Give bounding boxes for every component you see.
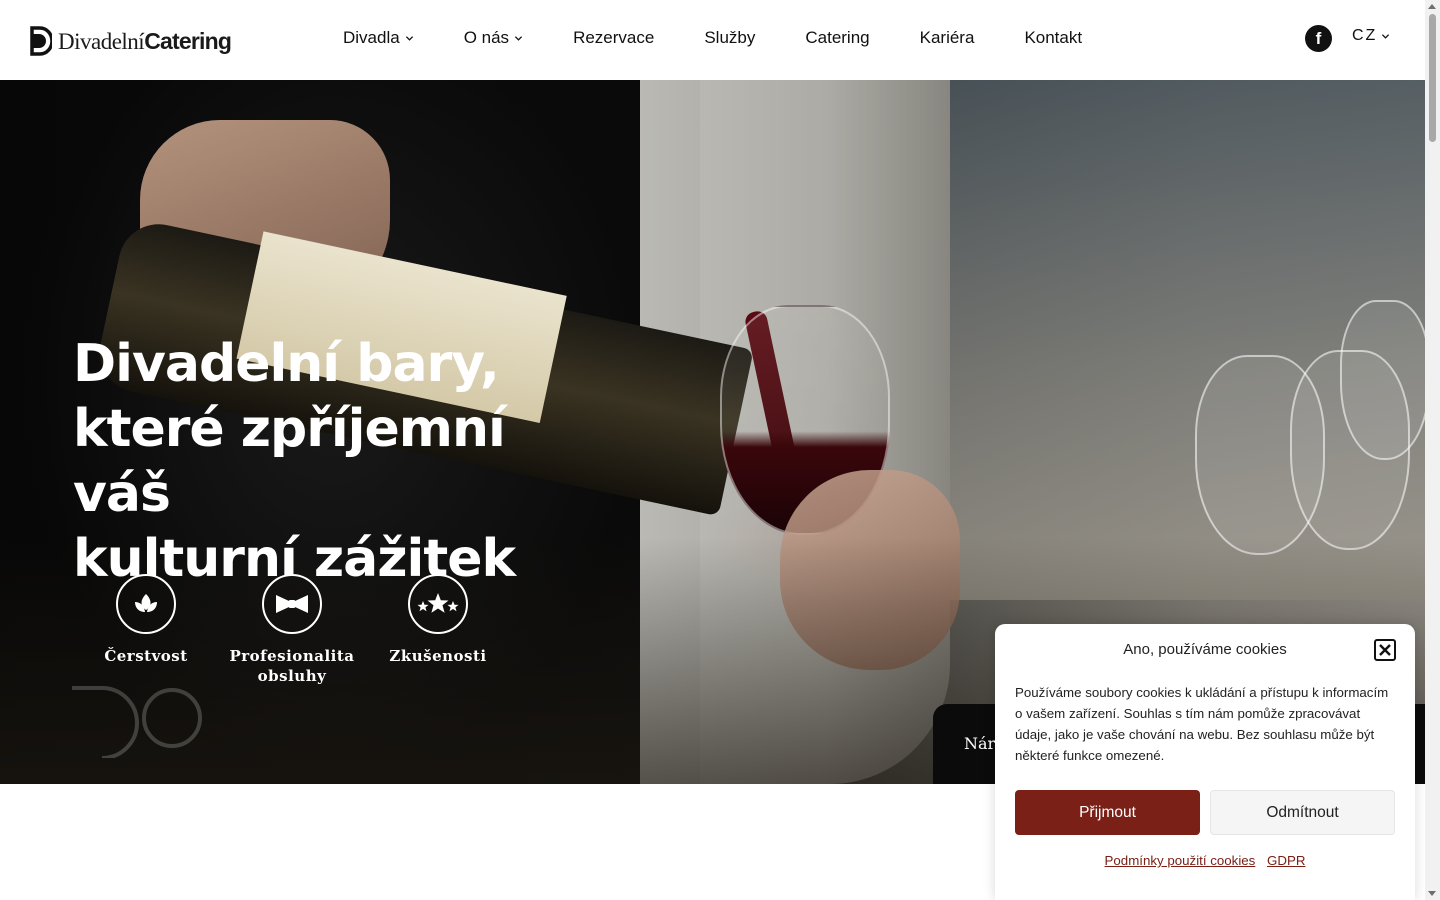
- cookie-description: Používáme soubory cookies k ukládání a p…: [1015, 685, 1389, 763]
- nav-label: Služby: [704, 28, 756, 47]
- nav-item-rezervace[interactable]: Rezervace: [573, 28, 654, 48]
- nav-label: Kariéra: [919, 28, 975, 47]
- page-scrollbar[interactable]: [1425, 0, 1440, 900]
- chevron-down-icon: [405, 35, 413, 41]
- feature-freshness: Čerstvost: [73, 574, 219, 686]
- nav-item-sluzby[interactable]: Služby: [704, 28, 755, 48]
- nav-label: Rezervace: [573, 28, 655, 47]
- nav-item-divadla[interactable]: Divadla: [343, 28, 414, 48]
- cookie-policy-link[interactable]: Podmínky použití cookies: [1105, 853, 1256, 868]
- hero-title-line: které zpříjemní váš: [73, 399, 506, 524]
- stars-icon: [417, 593, 459, 613]
- nav-item-kariera[interactable]: Kariéra: [920, 28, 975, 48]
- logo-text: DivadelníCatering: [58, 27, 232, 55]
- decline-cookies-button[interactable]: Odmítnout: [1210, 790, 1395, 835]
- close-icon: [1379, 644, 1391, 656]
- feature-label: Zkušenosti: [389, 647, 487, 665]
- feature-label: Čerstvost: [104, 647, 188, 665]
- hero-features: Čerstvost Profesionalita obsluhy Zkušeno…: [73, 574, 511, 686]
- close-button[interactable]: [1374, 639, 1396, 661]
- site-header: DivadelníCatering Divadla O nás Rezervac…: [0, 0, 1425, 80]
- language-label: CZ: [1352, 27, 1378, 44]
- nav-label: Catering: [805, 28, 870, 47]
- facebook-icon[interactable]: f: [1305, 25, 1332, 52]
- bowtie-icon: [276, 595, 308, 613]
- logo-text-bold: Catering: [144, 27, 232, 54]
- nav-item-catering[interactable]: Catering: [805, 28, 869, 48]
- nav-label: O nás: [463, 28, 510, 47]
- chevron-down-icon: [514, 35, 523, 41]
- nav-item-kontakt[interactable]: Kontakt: [1024, 28, 1082, 48]
- feature-experience: Zkušenosti: [365, 574, 511, 686]
- hero-title-line: Divadelní bary,: [73, 334, 500, 394]
- nav-item-o-nas[interactable]: O nás: [464, 28, 523, 48]
- cookie-title: Ano, používáme cookies: [1123, 641, 1287, 658]
- cookie-links: Podmínky použití cookies GDPR: [995, 853, 1415, 868]
- feature-professionalism: Profesionalita obsluhy: [219, 574, 365, 686]
- nav-label: Divadla: [343, 28, 400, 47]
- hero-title: Divadelní bary, které zpříjemní váš kult…: [73, 332, 613, 592]
- feature-icon-circle: [262, 574, 322, 634]
- feature-icon-circle: [116, 574, 176, 634]
- language-switcher[interactable]: CZ: [1352, 27, 1390, 45]
- main-nav: Divadla O nás Rezervace Služby Catering …: [343, 28, 1132, 48]
- scroll-up-arrow-icon[interactable]: [1428, 4, 1436, 9]
- scrollbar-thumb[interactable]: [1429, 14, 1436, 142]
- nav-label: Kontakt: [1024, 28, 1083, 47]
- feature-label: Profesionalita obsluhy: [229, 647, 355, 685]
- gdpr-link[interactable]: GDPR: [1267, 853, 1305, 868]
- leaf-icon: [135, 594, 157, 612]
- scroll-down-arrow-icon[interactable]: [1428, 891, 1436, 896]
- logo-watermark-icon: [72, 686, 202, 758]
- cookie-consent-dialog: Ano, používáme cookies Používáme soubory…: [995, 624, 1415, 900]
- logo-text-light: Divadelní: [58, 28, 145, 54]
- chevron-down-icon: [1382, 33, 1390, 39]
- site-logo[interactable]: DivadelníCatering: [30, 24, 232, 58]
- feature-icon-circle: [408, 574, 468, 634]
- accept-cookies-button[interactable]: Přijmout: [1015, 790, 1200, 835]
- logo-mark-icon: [30, 26, 52, 56]
